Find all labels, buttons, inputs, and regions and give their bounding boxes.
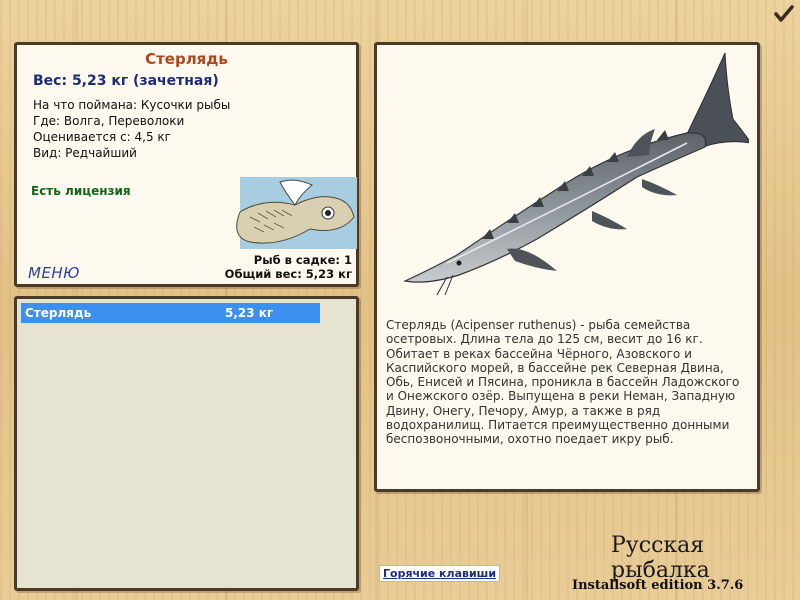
fish-info-panel: Стерлядь Вес: 5,23 кг (зачетная) На что …: [14, 42, 359, 287]
license-status: Есть лицензия: [31, 184, 131, 198]
sterlet-fish-image: [403, 52, 749, 296]
menu-button[interactable]: МЕНЮ: [28, 264, 80, 282]
fish-description: Стерлядь (Acipenser ruthenus) - рыба сем…: [386, 318, 740, 447]
catch-fish-name: Стерлядь: [25, 306, 92, 320]
place-line: Где: Волга, Переволоки: [33, 114, 185, 128]
fish-in-cage: Рыб в садке: 1: [253, 253, 352, 267]
catch-fish-weight: 5,23 кг: [225, 306, 274, 320]
hotkeys-link[interactable]: Горячие клавиши: [379, 565, 501, 582]
checkmark-icon[interactable]: [774, 4, 794, 24]
value-line: Оценивается с: 4,5 кг: [33, 130, 171, 144]
total-weight: Общий вес: 5,23 кг: [224, 267, 352, 281]
fish-description-panel: Стерлядь (Acipenser ruthenus) - рыба сем…: [374, 42, 760, 492]
weight-line: Вес: 5,23 кг (зачетная): [33, 73, 219, 89]
edition-label: Installsoft edition 3.7.6: [572, 578, 744, 593]
fish-drawing-thumbnail: [236, 177, 357, 249]
bait-line: На что поймана: Кусочки рыбы: [33, 98, 231, 112]
species-title: Стерлядь: [145, 50, 228, 68]
catch-list-panel: Стерлядь 5,23 кг: [14, 296, 359, 591]
game-logo: Русская рыбалка: [611, 533, 710, 583]
cage-stats: Рыб в садке: 1 Общий вес: 5,23 кг: [225, 253, 352, 281]
rarity-line: Вид: Редчайший: [33, 146, 137, 160]
table-row[interactable]: Стерлядь 5,23 кг: [21, 303, 320, 323]
